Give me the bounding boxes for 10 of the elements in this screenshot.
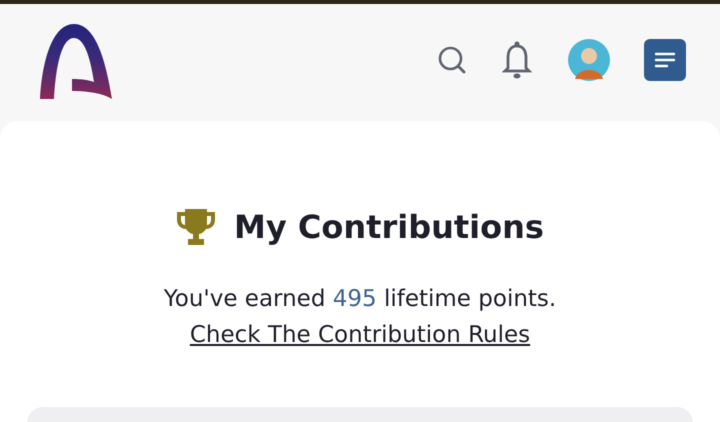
avatar-icon[interactable] [568,38,610,80]
points-summary: You've earned 495 lifetime points. [164,286,556,312]
menu-button[interactable] [644,38,686,80]
logo-icon[interactable] [38,22,114,100]
page-title: My Contributions [234,208,544,246]
trophy-icon [176,207,216,247]
search-icon[interactable] [438,46,466,74]
menu-icon [654,52,676,68]
bell-icon[interactable] [502,40,532,78]
rules-link[interactable]: Check The Contribution Rules [190,322,530,348]
